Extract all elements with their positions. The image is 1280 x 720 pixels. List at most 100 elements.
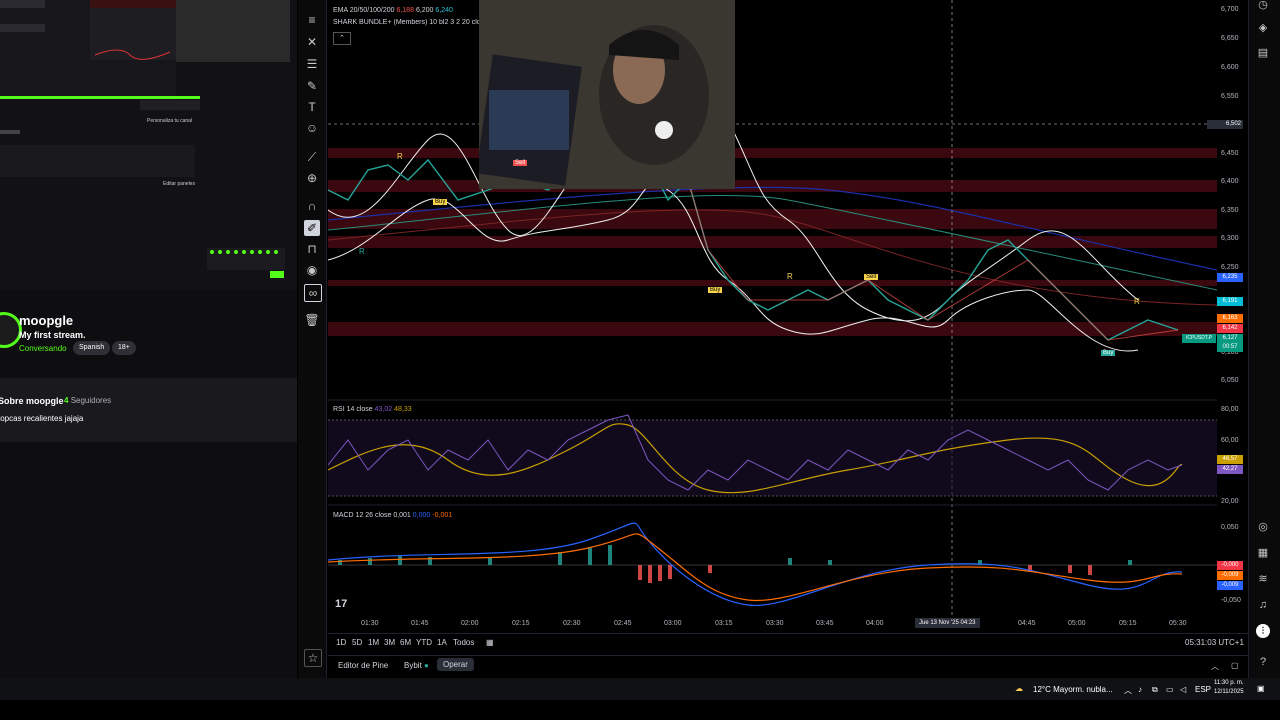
calendar-icon[interactable]: ▦ (1256, 546, 1270, 560)
tab-bybit-label: Bybit (404, 661, 422, 670)
followers-count: 4 Seguidores (64, 396, 111, 405)
crosshair-price-value: 6,502 (1225, 121, 1241, 127)
target-icon[interactable]: ◎ (1256, 520, 1270, 534)
maximize-icon[interactable]: ▢ (1231, 661, 1239, 670)
lines-tool-icon[interactable]: ☰ (304, 56, 320, 72)
price-badge: 6,142 (1217, 324, 1243, 333)
rsi-legend-label: RSI 14 close (333, 406, 373, 413)
buy-signal: Buy (1101, 350, 1116, 356)
macd-badge: -0,009 (1217, 571, 1243, 580)
resistance-marker: R (397, 152, 403, 161)
ema-value-3: 6,240 (435, 7, 453, 14)
rsi-legend[interactable]: RSI 14 close 43,02 48,33 (333, 406, 412, 413)
macd-badge: -0,000 (1217, 561, 1243, 570)
thumb-label-customize: Personaliza tu canal (147, 118, 193, 124)
collapse-legend-icon[interactable]: ⌃ (333, 32, 351, 45)
tab-bybit[interactable]: Bybit ● (404, 661, 429, 670)
resistance-marker: R (787, 272, 793, 281)
rsi-badge: 46,57 (1217, 455, 1243, 464)
crosshair-tool-icon[interactable]: ✕ (304, 34, 320, 50)
ticker-badge: ICPUSDT.P (1182, 334, 1216, 343)
chart-svg[interactable] (327, 0, 1218, 632)
help-icon[interactable]: ? (1256, 655, 1270, 669)
emoji-icon[interactable]: ☺ (304, 120, 320, 136)
bell-icon[interactable]: ♫ (1256, 598, 1270, 612)
taskbar-time[interactable]: 11:30 p. m. (1214, 680, 1244, 686)
bottom-letterbox (0, 700, 1280, 720)
about-panel (0, 378, 297, 442)
range-3m[interactable]: 3M (384, 638, 395, 647)
language-indicator[interactable]: ESP (1195, 685, 1211, 694)
time-label: 03:45 (816, 620, 834, 627)
range-1a[interactable]: 1A (437, 638, 447, 647)
range-1d[interactable]: 1D (336, 638, 346, 647)
volume-icon[interactable]: ◁ (1180, 685, 1186, 694)
favorite-star-icon[interactable]: ☆ (304, 649, 322, 667)
tag-language[interactable]: Spanish (73, 341, 111, 355)
stream-title: My first stream. (19, 330, 86, 340)
price-label: 6,250 (1221, 264, 1239, 271)
link-icon[interactable]: ∞ (304, 284, 322, 302)
lock-icon[interactable]: ⊓ (304, 241, 320, 257)
chart-canvas[interactable] (327, 0, 1218, 632)
text-tool-icon[interactable]: T (304, 99, 320, 115)
range-1m[interactable]: 1M (368, 638, 379, 647)
tab-pine-editor[interactable]: Editor de Pine (338, 661, 388, 670)
range-ytd[interactable]: YTD (416, 638, 432, 647)
rsi-value-2: 48,33 (394, 406, 412, 413)
range-6m[interactable]: 6M (400, 638, 411, 647)
followers-label: Seguidores (70, 396, 112, 405)
stream-category[interactable]: Conversando (19, 344, 67, 353)
channel-name[interactable]: moopgle (19, 313, 73, 328)
calendar-range-icon[interactable]: ▦ (486, 638, 494, 647)
network-icon[interactable]: ⧉ (1152, 685, 1158, 695)
time-label: 05:15 (1119, 620, 1137, 627)
time-label: 01:30 (361, 620, 379, 627)
brush-icon[interactable]: ✎ (304, 78, 320, 94)
trash-icon[interactable]: 🗑 (304, 312, 320, 328)
layers-icon[interactable]: ◈ (1256, 21, 1270, 35)
microphone-icon[interactable]: ♪ (1138, 685, 1142, 694)
webcam-mini (176, 0, 290, 62)
apps-grid-icon[interactable]: ⁝ (1256, 624, 1270, 638)
broadcast-icon[interactable]: ≋ (1256, 572, 1270, 586)
range-all[interactable]: Todos (453, 638, 474, 647)
lock-drawing-icon[interactable]: ✐ (304, 220, 320, 236)
macd-legend[interactable]: MACD 12 26 close 0,001 0,000 -0,001 (333, 512, 452, 519)
macd-badge: -0,009 (1217, 581, 1243, 590)
countdown-badge: 00:57 (1217, 343, 1243, 352)
tag-age[interactable]: 18+ (112, 341, 136, 355)
macd-legend-label: MACD 12 26 close (333, 512, 392, 519)
macd-value-3: -0,001 (432, 512, 453, 519)
battery-icon[interactable]: ▭ (1166, 685, 1174, 694)
eye-icon[interactable]: ◉ (304, 262, 320, 278)
time-label: 03:00 (664, 620, 682, 627)
shark-legend[interactable]: SHARK BUNDLE+ (Members) 10 bl2 3 2 20 cl… (333, 19, 479, 26)
time-label: 02:00 (461, 620, 479, 627)
price-label: 6,050 (1221, 377, 1239, 384)
price-badge: 6,191 (1217, 297, 1243, 306)
taskbar-date[interactable]: 12/11/2025 (1214, 689, 1244, 695)
chat-icon[interactable]: ▤ (1256, 46, 1270, 60)
tab-trade[interactable]: Operar (437, 658, 474, 671)
clock-icon[interactable]: ◷ (1256, 0, 1270, 12)
time-label: 04:00 (866, 620, 884, 627)
ema-legend[interactable]: EMA 20/50/100/200 6,188 6,200 6,240 (333, 7, 453, 14)
magnet-icon[interactable]: ∩ (304, 198, 320, 214)
utc-clock[interactable]: 05:31:03 UTC+1 (1185, 638, 1244, 647)
time-label: 02:45 (614, 620, 632, 627)
rsi-axis-label: 20,00 (1221, 498, 1239, 505)
crosshair-price-label: 6,502 (1207, 120, 1243, 129)
followers-number: 4 (64, 396, 69, 405)
chevron-up-icon[interactable]: ︿ (1211, 661, 1219, 672)
menu-icon[interactable]: ≡ (304, 12, 320, 28)
time-label: 01:45 (411, 620, 429, 627)
tray-expand-icon[interactable]: ︿ (1124, 685, 1132, 696)
range-5d[interactable]: 5D (352, 638, 362, 647)
macd-axis-label: -0,050 (1221, 597, 1241, 604)
weather-text[interactable]: 12°C Mayorm. nubla... (1033, 685, 1113, 694)
crosshair-time-label: Jue 13 Nov '25 04:23 (915, 618, 980, 628)
zoom-icon[interactable]: ⊕ (304, 170, 320, 186)
ruler-icon[interactable]: ⟋ (304, 149, 320, 165)
notification-icon[interactable]: ▣ (1257, 684, 1265, 693)
